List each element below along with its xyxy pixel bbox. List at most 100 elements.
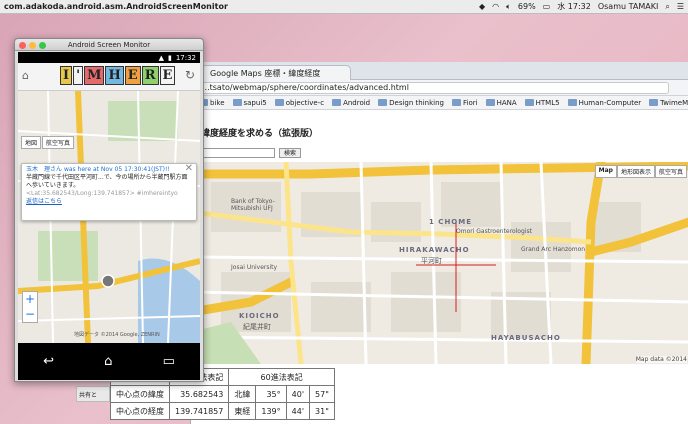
home-icon[interactable]: ⌂ [22,69,29,82]
popup-meta: was here at Nov 05 17:30:41(JST)!! [63,166,170,173]
folder-icon [649,99,659,106]
share-stub: 共有と [76,386,110,402]
address-search-input[interactable] [201,148,275,158]
bookmark-item[interactable]: TwimeMachine [649,99,688,107]
folder-icon [232,99,242,106]
phone-screen: ▲ ▮ 17:32 ⌂ I ' M H E R E ↻ 地図 航空写真 + − … [18,52,200,380]
search-icon[interactable]: ⌕ [665,2,669,12]
close-window-icon[interactable] [19,42,26,49]
map-label-clinic: Omori Gastroenterologist [456,228,532,235]
menubar-app-title[interactable]: com.adakoda.android.asm.AndroidScreenMon… [4,2,228,11]
imhere-logo: I ' M H E R E [60,66,176,85]
bookmark-label: bike [210,98,225,107]
logo-letter: R [141,66,159,85]
bookmark-item[interactable]: Fiori [451,98,478,107]
logo-letter: ' [73,66,84,85]
logo-letter: E [124,66,141,85]
bookmark-item[interactable]: Android [332,99,370,107]
minimize-window-icon[interactable] [29,42,36,49]
decimal-value: 139.741857 [168,402,230,420]
tab-bar: Google Maps 座標・緯度経度 [191,62,688,80]
seconds-value: 57" [309,385,335,403]
map-label-university: Josai University [231,264,278,271]
bookmark-label: sapui5 [243,98,267,107]
bookmark-label: Human-Computer [578,98,642,107]
seconds-value: 31" [309,402,335,420]
folder-icon [451,99,461,106]
app-header: ⌂ I ' M H E R E ↻ [18,63,200,91]
bookmark-label: Fiori [462,98,478,107]
menubar-status-area: ◆ ◠ 🔈︎ 69% ▭ 水 17:32 Osamu TAMAKI ⌕ ☰ [479,1,684,12]
row-label: 中心点の経度 [110,402,170,420]
coordinate-rows: 中心点の緯度 35.682543 北緯 35° 40' 57" 中心点の経度 139.7418… [110,385,335,420]
phone-map-type-button[interactable]: 地図 [21,136,42,149]
signal-icon: ▲ [158,53,164,62]
popup-coords: <Lat:35.682543/Long:139.741857> #imherei… [26,190,178,197]
map-type-switcher: Map 地形図表示 航空写真 [594,165,687,178]
map-label-hayabusacho: HAYABUSACHO [491,334,561,342]
phone-map-type-buttons: 地図 航空写真 [21,136,75,149]
degrees-value: 35° [255,385,287,403]
map-label-kioicho: KIOICHO [239,312,280,320]
bookmark-item[interactable]: Design thinking [378,99,444,107]
back-icon[interactable]: ↩ [43,354,54,369]
map-type-button[interactable]: Map [594,165,617,178]
home-nav-icon[interactable]: ⌂ [104,354,112,369]
bookmark-item[interactable]: HTML5 [524,99,560,107]
table-header-sexagesimal: 60進法表記 [228,368,335,386]
popup-reply-link[interactable]: 返信はこちら [26,198,62,205]
logo-letter: I [60,66,73,85]
bookmark-item[interactable]: Human-Computer [567,98,642,107]
zoom-in-button[interactable]: + [23,292,37,307]
info-popup: ✕ 玉木 理さん was here at Nov 05 17:30:41(JST… [21,163,197,221]
wifi-icon[interactable]: ◠ [492,2,499,11]
close-icon[interactable]: ✕ [185,164,193,174]
folder-icon [378,99,388,106]
dropbox-icon[interactable]: ◆ [479,2,485,11]
map-copyright: Map data ©2014 [635,356,687,363]
zoom-window-icon[interactable] [39,42,46,49]
browser-tab[interactable]: Google Maps 座標・緯度経度 [201,65,351,80]
menubar-user[interactable]: Osamu TAMAKI [598,2,659,11]
bookmark-item[interactable]: HANA [485,98,517,107]
phone-battery-icon: ▮ [167,53,172,62]
menu-list-icon[interactable]: ☰ [677,2,684,11]
battery-percent[interactable]: 69% [518,2,536,11]
folder-icon [485,99,495,106]
popup-user-name[interactable]: 玉木 理さん [26,166,62,173]
google-map[interactable]: HIRAKAWACHO 平河町 KIOICHO 紀尾井町 HAYABUSACHO… [191,162,688,364]
android-screen-monitor-window: Android Screen Monitor ▲ ▮ 17:32 ⌂ I ' M H E… [14,38,204,382]
bookmarks-bar: bike sapui5 objective-c Android Design think… [191,96,688,110]
folder-icon [567,99,577,106]
bookmark-label: Design thinking [389,98,444,107]
table-row: 中心点の緯度 35.682543 北緯 35° 40' 57" [110,385,335,403]
map-type-button[interactable]: 航空写真 [654,165,687,178]
recents-icon[interactable]: ▭ [163,354,175,369]
logo-letter: H [105,66,124,85]
refresh-icon[interactable]: ↻ [185,68,195,82]
phone-map-type-button[interactable]: 航空写真 [42,136,75,149]
bookmark-item[interactable]: objective-c [274,99,324,107]
address-input[interactable]: ...tsato/webmap/sphere/coordinates/advan… [197,81,669,94]
address-toolbar: ...tsato/webmap/sphere/coordinates/advan… [191,80,688,96]
row-label: 中心点の緯度 [110,385,170,403]
degrees-value: 139° [255,402,287,420]
window-titlebar[interactable]: Android Screen Monitor [15,39,203,51]
menubar-clock[interactable]: 水 17:32 [557,1,591,12]
map-label-kioicho-jp: 紀尾井町 [243,323,271,331]
map-label-hirakawacho-jp: 平河町 [421,257,442,265]
bookmark-label: TwimeMachine [660,98,688,107]
search-button[interactable]: 検索 [279,148,302,158]
map-type-button[interactable]: 地形図表示 [616,165,655,178]
search-row: 検索 [201,148,302,158]
volume-icon[interactable]: 🔈︎ [506,2,511,12]
bookmark-label: Android [343,98,371,107]
phone-clock: 17:32 [175,53,196,62]
direction-label: 東経 [228,402,257,420]
zoom-out-button[interactable]: − [23,307,37,322]
bookmark-label: HANA [496,98,517,107]
battery-icon[interactable]: ▭ [543,2,551,11]
bookmark-item[interactable]: sapui5 [232,98,267,107]
phone-map-copyright: 地図データ ©2014 Google, ZENRIN [74,332,160,338]
window-title: Android Screen Monitor [67,41,151,49]
